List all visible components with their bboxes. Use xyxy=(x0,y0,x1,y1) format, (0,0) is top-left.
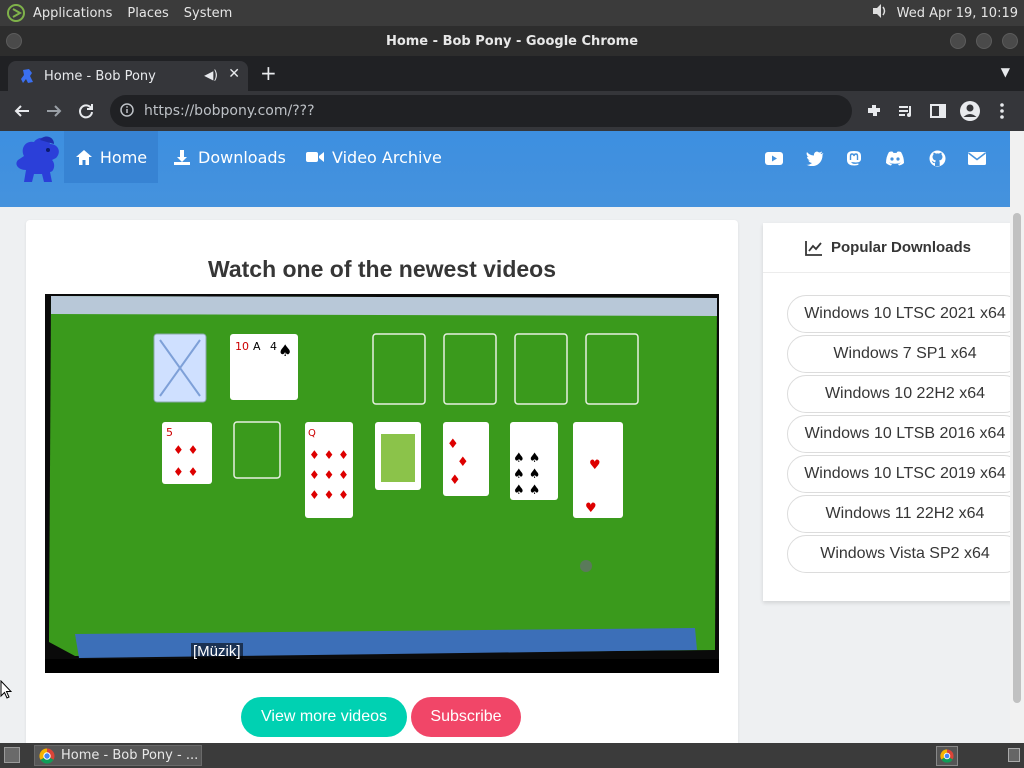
svg-text:♦ ♦ ♦: ♦ ♦ ♦ xyxy=(309,468,349,482)
nav-home[interactable]: Home xyxy=(64,131,158,183)
twitter-icon[interactable] xyxy=(804,147,826,169)
line-chart-icon xyxy=(805,240,822,256)
download-link-windows-10-22h2[interactable]: Windows 10 22H2 x64 xyxy=(787,375,1023,413)
applications-menu[interactable]: Applications xyxy=(33,6,112,21)
nav-video-archive-label: Video Archive xyxy=(332,147,442,167)
window-title: Home - Bob Pony - Google Chrome xyxy=(385,33,639,49)
svg-text:♦ ♦ ♦: ♦ ♦ ♦ xyxy=(309,488,349,502)
svg-text:♦: ♦ xyxy=(457,455,469,470)
svg-text:♠ ♠: ♠ ♠ xyxy=(513,467,540,482)
svg-text:4: 4 xyxy=(270,340,277,353)
svg-text:10: 10 xyxy=(235,340,249,353)
window-menu-button[interactable] xyxy=(6,33,22,49)
popular-downloads-title: Popular Downloads xyxy=(830,239,971,256)
mouse-cursor-icon xyxy=(0,679,13,704)
tab-title: Home - Bob Pony xyxy=(44,68,156,84)
svg-text:♠ ♠: ♠ ♠ xyxy=(513,451,540,466)
taskbar-window-label: Home - Bob Pony - ... xyxy=(61,748,199,763)
svg-text:♦: ♦ xyxy=(449,473,461,488)
page-scrollbar[interactable] xyxy=(1010,131,1024,743)
download-link-windows-10-ltsc-2021[interactable]: Windows 10 LTSC 2021 x64 xyxy=(787,295,1023,333)
section-title: Watch one of the newest videos xyxy=(207,256,557,282)
download-icon xyxy=(174,149,190,165)
svg-text:♦ ♦: ♦ ♦ xyxy=(173,465,198,479)
svg-text:5: 5 xyxy=(166,426,173,439)
clock[interactable]: Wed Apr 19, 10:19 xyxy=(897,6,1018,21)
download-link-windows-vista-sp2[interactable]: Windows Vista SP2 x64 xyxy=(787,535,1023,573)
page-content: Home Downloads Video Archive Watch one o… xyxy=(0,131,1024,743)
solitaire-video-frame: 10 A 4 ♠ 5 ♦ ♦ ♦ ♦ Q ♦ ♦ ♦ ♦ ♦ ♦ ♦ ♦ ♦ ♦… xyxy=(45,294,719,673)
new-tab-button[interactable]: + xyxy=(260,63,277,83)
view-more-videos-button[interactable]: View more videos xyxy=(241,697,407,737)
window-titlebar: Home - Bob Pony - Google Chrome xyxy=(0,26,1024,56)
svg-text:A: A xyxy=(253,340,261,353)
minimize-button[interactable] xyxy=(950,33,966,49)
popular-downloads-header: Popular Downloads xyxy=(763,223,1013,273)
chrome-menu-icon[interactable] xyxy=(990,99,1014,123)
maximize-button[interactable] xyxy=(976,33,992,49)
download-link-windows-10-ltsb-2016[interactable]: Windows 10 LTSB 2016 x64 xyxy=(787,415,1023,453)
forward-icon[interactable] xyxy=(42,99,66,123)
video-camera-icon xyxy=(306,152,324,162)
youtube-icon[interactable] xyxy=(763,147,785,169)
nav-home-link[interactable]: Home xyxy=(75,131,147,183)
side-panel-icon[interactable] xyxy=(926,99,950,123)
extensions-icon[interactable] xyxy=(862,99,886,123)
taskbar-window-button[interactable]: Home - Bob Pony - ... xyxy=(34,745,202,766)
svg-text:♠: ♠ xyxy=(278,341,292,360)
subscribe-button[interactable]: Subscribe xyxy=(411,697,521,737)
tab-audio-icon[interactable]: ◀) xyxy=(204,68,218,82)
site-navbar: Home Downloads Video Archive xyxy=(0,131,1024,207)
volume-icon[interactable] xyxy=(871,2,889,24)
github-icon[interactable] xyxy=(926,147,948,169)
mastodon-icon[interactable] xyxy=(843,147,865,169)
svg-text:♥: ♥ xyxy=(585,501,597,516)
reload-icon[interactable] xyxy=(74,99,98,123)
tab-strip: Home - Bob Pony ◀) ✕ + ▼ xyxy=(0,56,1024,91)
os-taskbar: Home - Bob Pony - ... xyxy=(0,743,1024,768)
svg-text:Q: Q xyxy=(308,428,316,439)
bob-pony-logo[interactable] xyxy=(10,134,64,186)
download-link-windows-7-sp1[interactable]: Windows 7 SP1 x64 xyxy=(787,335,1023,373)
discord-icon[interactable] xyxy=(884,147,906,169)
svg-text:♠ ♠: ♠ ♠ xyxy=(513,483,540,498)
chrome-icon xyxy=(39,747,55,764)
show-desktop-icon[interactable] xyxy=(4,747,20,763)
tab-search-chevron-icon[interactable]: ▼ xyxy=(1001,65,1010,79)
tab-home-bob-pony[interactable]: Home - Bob Pony ◀) ✕ xyxy=(8,61,248,91)
close-window-button[interactable] xyxy=(1002,33,1018,49)
url-text[interactable]: https://bobpony.com/??? xyxy=(144,103,315,119)
tab-close-icon[interactable]: ✕ xyxy=(228,66,240,82)
places-menu[interactable]: Places xyxy=(127,6,168,21)
site-info-icon[interactable] xyxy=(120,102,134,121)
favicon-icon xyxy=(18,67,36,85)
os-logo-icon[interactable] xyxy=(5,2,27,24)
system-menu[interactable]: System xyxy=(184,6,232,21)
nav-home-label: Home xyxy=(99,147,148,167)
email-icon[interactable] xyxy=(966,147,988,169)
back-icon[interactable] xyxy=(10,99,34,123)
os-top-panel: Applications Places System Wed Apr 19, 1… xyxy=(0,0,1024,26)
trash-icon[interactable] xyxy=(1008,748,1020,762)
address-bar[interactable]: https://bobpony.com/??? xyxy=(110,95,852,127)
nav-downloads[interactable]: Downloads xyxy=(173,131,286,183)
svg-text:♦: ♦ xyxy=(447,437,459,452)
scrollbar-thumb[interactable] xyxy=(1013,213,1021,703)
tray-chrome-icon[interactable] xyxy=(936,746,958,766)
svg-text:♦ ♦ ♦: ♦ ♦ ♦ xyxy=(309,448,349,462)
download-link-windows-11-22h2[interactable]: Windows 11 22H2 x64 xyxy=(787,495,1023,533)
home-icon xyxy=(75,149,92,165)
nav-downloads-label: Downloads xyxy=(198,147,286,167)
video-caption: [Müzik] xyxy=(191,643,243,660)
nav-video-archive[interactable]: Video Archive xyxy=(305,131,442,183)
profile-avatar-icon[interactable] xyxy=(958,99,982,123)
video-player[interactable]: 10 A 4 ♠ 5 ♦ ♦ ♦ ♦ Q ♦ ♦ ♦ ♦ ♦ ♦ ♦ ♦ ♦ ♦… xyxy=(45,294,719,673)
newest-videos-card: Watch one of the newest videos 10 A 4 ♠ xyxy=(26,220,738,743)
popular-downloads-card: Popular Downloads Windows 10 LTSC 2021 x… xyxy=(763,223,1023,601)
media-controls-icon[interactable] xyxy=(894,99,918,123)
download-link-windows-10-ltsc-2019[interactable]: Windows 10 LTSC 2019 x64 xyxy=(787,455,1023,493)
svg-text:♥: ♥ xyxy=(589,458,601,473)
browser-toolbar: https://bobpony.com/??? xyxy=(0,91,1024,131)
svg-text:♦ ♦: ♦ ♦ xyxy=(173,443,198,457)
